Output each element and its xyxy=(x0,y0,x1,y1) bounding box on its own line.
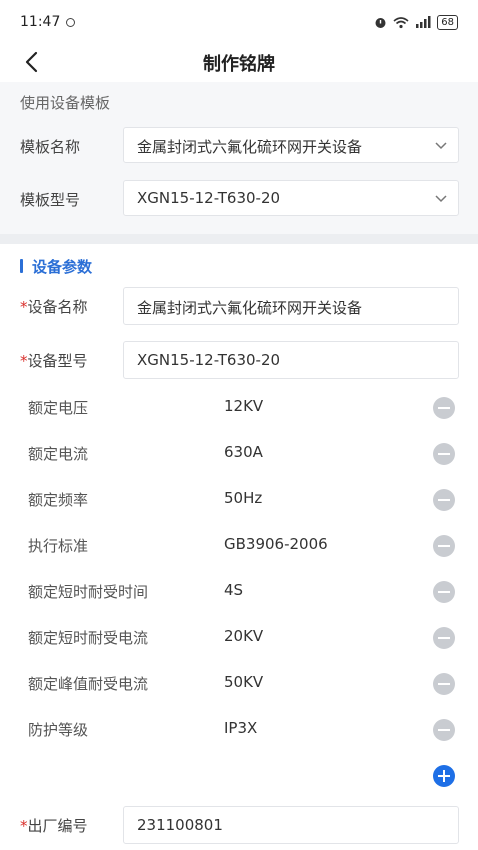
param-row-short-time-duration: 额定短时耐受时间 4S xyxy=(0,579,478,603)
device-model-row: *设备型号 XGN15-12-T630-20 xyxy=(0,341,478,379)
remove-param-button[interactable] xyxy=(433,443,455,465)
param-value[interactable]: 4S xyxy=(224,581,243,599)
required-mark: * xyxy=(20,817,28,835)
status-time: 11:47 xyxy=(20,14,61,30)
param-row-rated-frequency: 额定频率 50Hz xyxy=(0,487,478,511)
param-row-rated-voltage: 额定电压 12KV xyxy=(0,395,478,419)
status-left: 11:47 xyxy=(20,14,76,30)
device-model-input[interactable]: XGN15-12-T630-20 xyxy=(123,341,459,379)
param-row-rated-current: 额定电流 630A xyxy=(0,441,478,465)
remove-param-button[interactable] xyxy=(433,719,455,741)
battery-icon: 68 xyxy=(437,14,458,30)
signal-icon xyxy=(416,16,431,28)
device-name-value: 金属封闭式六氟化硫环网开关设备 xyxy=(137,299,363,317)
back-button[interactable] xyxy=(16,47,46,77)
param-value[interactable]: 20KV xyxy=(224,627,263,645)
param-row-short-time-current: 额定短时耐受电流 20KV xyxy=(0,625,478,649)
notification-dot-icon xyxy=(66,17,76,27)
alarm-icon xyxy=(375,17,386,28)
param-value[interactable]: 50KV xyxy=(224,673,263,691)
device-name-row: *设备名称 金属封闭式六氟化硫环网开关设备 xyxy=(0,287,478,325)
status-right: 68 xyxy=(374,14,458,30)
remove-param-button[interactable] xyxy=(433,397,455,419)
template-name-select[interactable]: 金属封闭式六氟化硫环网开关设备 xyxy=(123,127,459,163)
device-model-label: *设备型号 xyxy=(20,352,88,370)
status-bar: 11:47 68 xyxy=(0,0,478,44)
template-name-label: 模板名称 xyxy=(20,138,81,156)
param-key: 额定电压 xyxy=(28,399,89,417)
param-key: 额定电流 xyxy=(28,445,89,463)
template-model-value: XGN15-12-T630-20 xyxy=(137,189,281,207)
template-name-row: 模板名称 金属封闭式六氟化硫环网开关设备 xyxy=(0,127,478,165)
param-key: 额定短时耐受时间 xyxy=(28,583,149,601)
param-value[interactable]: GB3906-2006 xyxy=(224,535,328,553)
param-row-peak-current: 额定峰值耐受电流 50KV xyxy=(0,671,478,695)
chevron-down-icon xyxy=(435,142,447,150)
device-name-input[interactable]: 金属封闭式六氟化硫环网开关设备 xyxy=(123,287,459,325)
param-key: 执行标准 xyxy=(28,537,89,555)
nav-bar: 制作铭牌 xyxy=(0,44,478,82)
remove-param-button[interactable] xyxy=(433,581,455,603)
remove-param-button[interactable] xyxy=(433,673,455,695)
serial-number-row: *出厂编号 231100801 xyxy=(0,806,478,844)
add-param-button[interactable] xyxy=(433,765,455,787)
required-mark: * xyxy=(20,352,28,370)
serial-number-label: *出厂编号 xyxy=(20,817,88,835)
remove-param-button[interactable] xyxy=(433,627,455,649)
template-model-row: 模板型号 XGN15-12-T630-20 xyxy=(0,180,478,218)
params-accent-bar xyxy=(20,259,23,273)
param-row-standard: 执行标准 GB3906-2006 xyxy=(0,533,478,557)
param-value[interactable]: 12KV xyxy=(224,397,263,415)
page-title: 制作铭牌 xyxy=(203,54,275,75)
param-key: 额定频率 xyxy=(28,491,89,509)
template-section: 使用设备模板 模板名称 金属封闭式六氟化硫环网开关设备 模板型号 XGN15-1… xyxy=(0,82,478,234)
remove-param-button[interactable] xyxy=(433,535,455,557)
chevron-left-icon xyxy=(25,51,38,73)
remove-param-button[interactable] xyxy=(433,489,455,511)
params-header: 设备参数 xyxy=(0,254,478,278)
param-value[interactable]: 50Hz xyxy=(224,489,262,507)
template-model-select[interactable]: XGN15-12-T630-20 xyxy=(123,180,459,216)
serial-number-input[interactable]: 231100801 xyxy=(123,806,459,844)
device-name-label: *设备名称 xyxy=(20,298,88,316)
device-model-value: XGN15-12-T630-20 xyxy=(137,351,281,369)
required-mark: * xyxy=(20,298,28,316)
section-divider xyxy=(0,234,478,244)
param-key: 额定短时耐受电流 xyxy=(28,629,149,647)
template-section-label: 使用设备模板 xyxy=(20,94,111,112)
chevron-down-icon xyxy=(435,195,447,203)
params-title: 设备参数 xyxy=(32,258,93,276)
template-name-value: 金属封闭式六氟化硫环网开关设备 xyxy=(137,138,363,156)
template-model-label: 模板型号 xyxy=(20,191,81,209)
param-key: 防护等级 xyxy=(28,721,89,739)
serial-number-value: 231100801 xyxy=(137,816,223,834)
wifi-icon xyxy=(393,16,409,28)
param-value[interactable]: IP3X xyxy=(224,719,257,737)
param-key: 额定峰值耐受电流 xyxy=(28,675,149,693)
param-row-protection-level: 防护等级 IP3X xyxy=(0,717,478,741)
param-value[interactable]: 630A xyxy=(224,443,263,461)
